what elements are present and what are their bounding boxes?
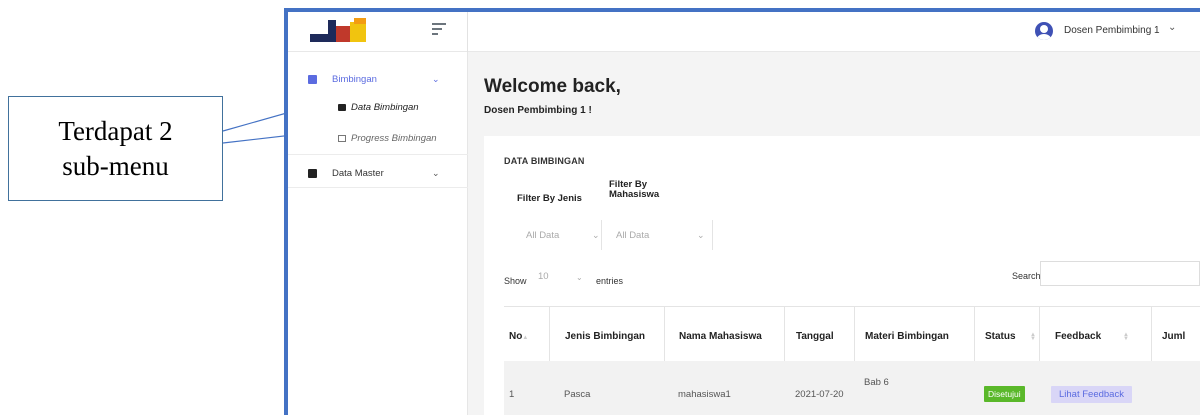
cell-jenis: Pasca bbox=[564, 389, 591, 400]
select-value: All Data bbox=[526, 230, 560, 241]
show-label: Show bbox=[504, 276, 527, 286]
view-feedback-button[interactable]: Lihat Feedback bbox=[1051, 386, 1132, 403]
cell-status: Disetujui bbox=[984, 361, 1025, 415]
column-header-label: Nama Mahasiswa bbox=[679, 331, 762, 342]
sidebar-item-label: Bimbingan bbox=[332, 74, 377, 85]
column-header-tanggal[interactable]: Tanggal bbox=[784, 307, 854, 362]
sidebar-subitem-label: Progress Bimbingan bbox=[351, 133, 437, 144]
annotation-line-2: sub-menu bbox=[62, 150, 169, 181]
calendar-icon bbox=[338, 135, 346, 142]
sidebar-subitem-data-bimbingan[interactable]: Data Bimbingan bbox=[338, 102, 419, 113]
sidebar-item-label: Data Master bbox=[332, 168, 384, 179]
column-header-label: Status bbox=[985, 331, 1016, 342]
status-badge: Disetujui bbox=[984, 386, 1025, 402]
chevron-down-icon[interactable]: ⌄ bbox=[1168, 22, 1176, 33]
data-bimbingan-card: DATA BIMBINGAN Filter By Jenis Filter By… bbox=[484, 136, 1200, 415]
table-row: 1 Pasca mahasiswa1 2021-07-20 Bab 6 Dise… bbox=[504, 361, 1200, 415]
filter-jenis-select[interactable]: All Data ⌄ bbox=[504, 220, 602, 250]
card-title: DATA BIMBINGAN bbox=[504, 156, 585, 166]
topbar-divider bbox=[467, 12, 468, 52]
page-title: Welcome back, bbox=[484, 76, 621, 97]
entries-label: entries bbox=[596, 276, 624, 286]
cell-no: 1 bbox=[509, 389, 515, 400]
column-header-feedback[interactable]: Feedback ▲ ▼ bbox=[1039, 307, 1151, 362]
chevron-down-icon: ⌄ bbox=[697, 230, 705, 240]
camera-icon bbox=[338, 104, 346, 111]
cell-nama: mahasiswa1 bbox=[678, 389, 731, 400]
cell-tanggal: 2021-07-20 bbox=[795, 389, 844, 400]
sidebar-subitem-label: Data Bimbingan bbox=[351, 102, 419, 113]
column-header-label: Juml bbox=[1162, 331, 1186, 342]
screenshot-canvas: Terdapat 2 sub-menu Dosen Pembimbing 1 ⌄… bbox=[0, 0, 1200, 415]
tab-filter-by-jenis[interactable]: Filter By Jenis bbox=[517, 194, 582, 204]
filter-mahasiswa-select[interactable]: All Data ⌄ bbox=[602, 220, 712, 250]
sidebar: Bimbingan ⌄ Data Bimbingan Progress Bimb… bbox=[288, 52, 468, 415]
app-window: Dosen Pembimbing 1 ⌄ Bimbingan ⌄ Data Bi… bbox=[284, 8, 1200, 415]
app-logo bbox=[310, 18, 366, 42]
sidebar-toggle-icon[interactable] bbox=[432, 23, 446, 38]
cell-feedback: Lihat Feedback bbox=[1051, 361, 1132, 415]
table-header: No▲ Jenis Bimbingan Nama Mahasiswa Tangg… bbox=[504, 306, 1200, 362]
column-header-label: Jenis Bimbingan bbox=[565, 331, 646, 342]
sort-icon: ▲ ▼ bbox=[1123, 332, 1129, 342]
sidebar-divider bbox=[288, 187, 468, 188]
column-header-materi[interactable]: Materi Bimbingan bbox=[854, 307, 974, 362]
tab-filter-by-mahasiswa[interactable]: Filter By Mahasiswa bbox=[609, 180, 659, 200]
sidebar-subitem-progress-bimbingan[interactable]: Progress Bimbingan bbox=[338, 133, 437, 144]
tab-label-line-2: Mahasiswa bbox=[609, 189, 660, 200]
page-subtitle: Dosen Pembimbing 1 ! bbox=[484, 105, 592, 116]
filter-divider bbox=[712, 220, 713, 250]
select-value: 10 bbox=[538, 271, 549, 282]
chevron-down-icon: ⌄ bbox=[576, 273, 583, 282]
column-header-jenis[interactable]: Jenis Bimbingan bbox=[549, 307, 664, 362]
chevron-down-icon: ⌄ bbox=[432, 168, 440, 178]
user-avatar-icon[interactable] bbox=[1035, 22, 1053, 40]
user-menu-name[interactable]: Dosen Pembimbing 1 bbox=[1064, 25, 1160, 36]
annotation-callout: Terdapat 2 sub-menu bbox=[8, 96, 223, 201]
column-header-label: Materi Bimbingan bbox=[865, 331, 949, 342]
column-header-label: No bbox=[509, 331, 523, 342]
archive-icon bbox=[308, 169, 317, 178]
folder-icon bbox=[308, 75, 317, 84]
column-header-no[interactable]: No▲ bbox=[504, 307, 549, 362]
search-input[interactable] bbox=[1040, 261, 1200, 286]
column-header-status[interactable]: Status ▲ ▼ bbox=[974, 307, 1039, 362]
cell-materi: Bab 6 bbox=[864, 377, 889, 388]
annotation-line-1: Terdapat 2 bbox=[58, 115, 173, 146]
select-value: All Data bbox=[616, 230, 650, 241]
column-header-jumlah[interactable]: Juml bbox=[1151, 307, 1200, 362]
sort-icon: ▲ ▼ bbox=[1030, 332, 1036, 342]
search-label: Search: bbox=[1012, 271, 1044, 281]
sidebar-divider bbox=[288, 154, 468, 155]
column-header-label: Tanggal bbox=[796, 331, 834, 342]
page-length-select[interactable]: 10 ⌄ bbox=[532, 266, 588, 290]
chevron-down-icon: ⌄ bbox=[592, 230, 600, 240]
chevron-down-icon: ⌄ bbox=[432, 74, 440, 84]
column-header-nama[interactable]: Nama Mahasiswa bbox=[664, 307, 784, 362]
column-header-label: Feedback bbox=[1055, 331, 1102, 342]
top-navbar: Dosen Pembimbing 1 ⌄ bbox=[288, 12, 1200, 52]
